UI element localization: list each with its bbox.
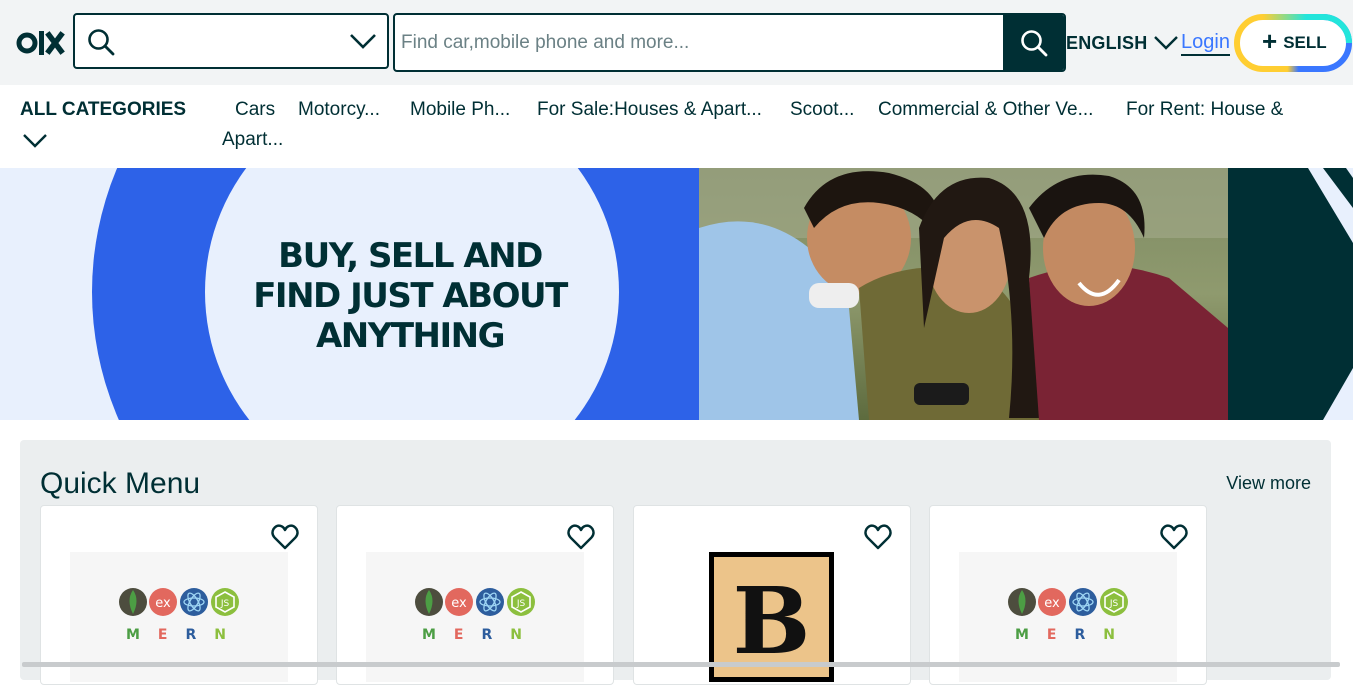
chevron-down-icon [1154, 36, 1179, 50]
all-categories-button[interactable]: ALL CATEGORIES [20, 99, 186, 121]
mern-letter: R [481, 627, 511, 643]
quick-menu-section: Quick Menu View more ex JS MERN ex JS ME… [20, 440, 1331, 685]
hero-banner[interactable]: BUY, SELL AND FIND JUST ABOUT ANYTHING [0, 168, 1353, 420]
mern-letter: M [421, 627, 454, 643]
category-houses-for-sale[interactable]: For Sale:Houses & Apart... [537, 99, 762, 121]
mern-letter: M [125, 627, 158, 643]
banner-people-photo [699, 168, 1228, 420]
mern-letter: M [1014, 627, 1047, 643]
mern-letter: N [214, 627, 244, 643]
olx-logo[interactable] [16, 26, 72, 60]
mern-letter: E [157, 627, 186, 643]
language-selector[interactable]: ENGLISH [1066, 30, 1179, 56]
heart-icon[interactable] [1160, 524, 1188, 550]
search-bar [393, 13, 1066, 72]
language-label: ENGLISH [1066, 32, 1148, 53]
mern-letter: E [1046, 627, 1075, 643]
category-cars[interactable]: Cars [235, 99, 275, 121]
quick-menu-title: Quick Menu [40, 467, 201, 500]
mern-letter: R [1074, 627, 1104, 643]
view-more-link[interactable]: View more [1226, 473, 1311, 494]
quick-menu-card[interactable]: ex JS MERN [336, 505, 614, 685]
svg-text:ex: ex [451, 596, 467, 611]
mern-letters: MERN [366, 627, 584, 643]
top-header: ENGLISH Login [0, 0, 1353, 85]
mern-letters: MERN [959, 627, 1177, 643]
banner-line-1: BUY, SELL AND [278, 236, 543, 276]
mern-letter: R [185, 627, 215, 643]
svg-text:ex: ex [155, 596, 171, 611]
banner-side-panel [1228, 168, 1353, 420]
sell-label-wrap: + SELL [1262, 26, 1327, 56]
mern-letters: MERN [70, 627, 288, 643]
category-scooters[interactable]: Scoot... [790, 99, 854, 121]
b-logo-letter: B [732, 567, 811, 675]
search-icon [1020, 29, 1047, 56]
svg-text:JS: JS [1109, 599, 1119, 609]
banner-headline: BUY, SELL AND FIND JUST ABOUT ANYTHING [210, 236, 610, 356]
horizontal-scrollbar[interactable] [22, 662, 1340, 667]
category-commercial-vehicles[interactable]: Commercial & Other Ve... [878, 99, 1093, 121]
heart-icon[interactable] [271, 524, 299, 550]
mern-letter: E [453, 627, 482, 643]
chevron-down-icon[interactable] [349, 29, 377, 53]
search-input[interactable] [395, 15, 1003, 70]
svg-text:ex: ex [1044, 596, 1060, 611]
category-bar: ALL CATEGORIES Cars Motorcy... Mobile Ph… [0, 85, 1353, 168]
login-link[interactable]: Login [1181, 30, 1230, 56]
heart-icon[interactable] [864, 524, 892, 550]
banner-line-3: ANYTHING [315, 316, 506, 356]
sell-label: SELL [1283, 33, 1327, 52]
svg-text:JS: JS [220, 599, 230, 609]
location-selector[interactable] [73, 13, 389, 69]
svg-text:JS: JS [516, 599, 526, 609]
banner-line-2: FIND JUST ABOUT [253, 276, 568, 316]
search-button[interactable] [1003, 15, 1064, 70]
category-motorcycles[interactable]: Motorcy... [298, 99, 380, 121]
mern-letter: N [510, 627, 540, 643]
search-icon [88, 29, 115, 56]
plus-icon: + [1262, 26, 1278, 56]
b-logo-tile: B [714, 557, 829, 677]
mern-letter: N [1103, 627, 1133, 643]
chevron-down-icon[interactable] [22, 131, 48, 149]
category-rent-houses-cont[interactable]: Apart... [222, 129, 283, 151]
quick-menu-card[interactable]: ex JS MERN [929, 505, 1207, 685]
quick-menu-card[interactable]: B [633, 505, 911, 685]
heart-icon[interactable] [567, 524, 595, 550]
quick-menu-card[interactable]: ex JS MERN [40, 505, 318, 685]
sell-button[interactable]: + SELL [1234, 14, 1352, 72]
category-mobile-phones[interactable]: Mobile Ph... [410, 99, 510, 121]
category-rent-houses[interactable]: For Rent: House & [1126, 99, 1283, 121]
